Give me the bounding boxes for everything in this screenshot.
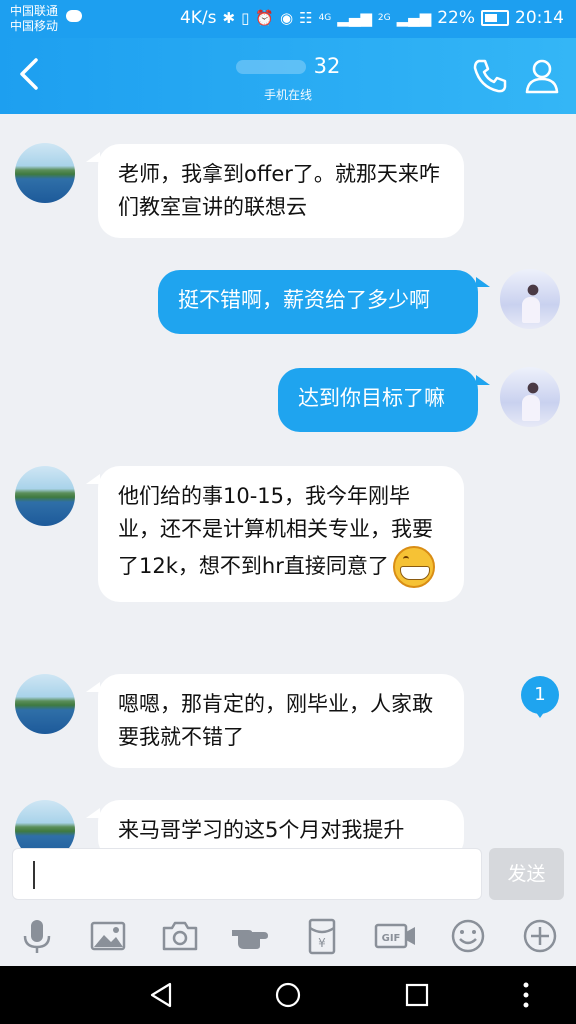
poke-icon[interactable] bbox=[230, 916, 270, 956]
contact-avatar[interactable] bbox=[15, 674, 75, 734]
battery-percent: 22% bbox=[437, 8, 475, 28]
signal-icon: ▂▄▆ bbox=[337, 9, 372, 27]
carrier-unicom: 中国联通 bbox=[10, 4, 59, 18]
svg-text:¥: ¥ bbox=[318, 936, 326, 950]
nav-recents-icon[interactable] bbox=[402, 980, 432, 1010]
signal-icon-2: ▂▄▆ bbox=[396, 9, 432, 27]
bubble-tail bbox=[476, 375, 490, 385]
text-caret bbox=[33, 861, 35, 889]
alarm-icon: ⏰ bbox=[255, 9, 275, 27]
phone-icon[interactable] bbox=[470, 56, 510, 96]
message-text: 嗯嗯，那肯定的，刚毕业，人家敢要我就不错了 bbox=[118, 692, 433, 749]
my-avatar[interactable] bbox=[500, 367, 560, 427]
signal-type-1: 4G bbox=[318, 13, 332, 23]
my-avatar[interactable] bbox=[500, 269, 560, 329]
add-icon[interactable] bbox=[520, 916, 560, 956]
blurred-name bbox=[235, 60, 306, 74]
nav-back-icon[interactable] bbox=[146, 980, 176, 1010]
message-bubble-incoming[interactable]: 嗯嗯，那肯定的，刚毕业，人家敢要我就不错了 bbox=[98, 674, 464, 768]
contact-avatar[interactable] bbox=[15, 143, 75, 203]
contact-avatar[interactable] bbox=[15, 800, 75, 848]
camera-icon[interactable] bbox=[160, 916, 200, 956]
chat-header: 32 手机在线 bbox=[0, 38, 576, 114]
contact-avatar[interactable] bbox=[15, 466, 75, 526]
message-text: 挺不错啊，薪资给了多少啊 bbox=[178, 288, 430, 312]
message-bubble-incoming[interactable]: 老师，我拿到offer了。就那天来咋们教室宣讲的联想云 bbox=[98, 144, 464, 238]
contact-profile-icon[interactable] bbox=[522, 56, 562, 96]
carrier-mobile: 中国移动 bbox=[10, 19, 59, 33]
message-bubble-outgoing[interactable]: 达到你目标了嘛 bbox=[278, 368, 478, 432]
message-input[interactable] bbox=[12, 848, 482, 900]
system-nav-bar bbox=[0, 966, 576, 1024]
carrier-info: 中国联通 中国移动 bbox=[10, 4, 58, 34]
message-text: 达到你目标了嘛 bbox=[298, 386, 445, 410]
bluetooth-icon: ✱ bbox=[222, 9, 236, 27]
message-bubble-incoming[interactable]: 来马哥学习的这5个月对我提升 bbox=[98, 800, 464, 848]
emoji-icon[interactable] bbox=[448, 916, 488, 956]
wifi-icon: ☷ bbox=[299, 9, 313, 27]
gif-icon[interactable]: GIF bbox=[374, 916, 418, 956]
image-icon[interactable] bbox=[88, 916, 128, 956]
chat-toolbar: ¥ GIF bbox=[0, 908, 576, 966]
message-bubble-outgoing[interactable]: 挺不错啊，薪资给了多少啊 bbox=[158, 270, 478, 334]
message-text: 老师，我拿到offer了。就那天来咋们教室宣讲的联想云 bbox=[118, 162, 440, 219]
grin-emoji-icon bbox=[392, 546, 435, 588]
mic-icon[interactable] bbox=[17, 916, 57, 956]
message-list[interactable]: 老师，我拿到offer了。就那天来咋们教室宣讲的联想云 挺不错啊，薪资给了多少啊… bbox=[0, 114, 576, 848]
clock: 20:14 bbox=[515, 8, 564, 28]
svg-text:GIF: GIF bbox=[382, 933, 401, 944]
input-bar: 发送 bbox=[0, 848, 576, 908]
red-packet-icon[interactable]: ¥ bbox=[302, 916, 342, 956]
vibrate-icon: ▯ bbox=[241, 9, 250, 27]
nav-home-icon[interactable] bbox=[273, 980, 303, 1010]
message-text: 来马哥学习的这5个月对我提升 bbox=[118, 818, 405, 842]
signal-type-2: 2G bbox=[377, 13, 391, 23]
eye-icon: ◉ bbox=[280, 9, 294, 27]
message-bubble-incoming[interactable]: 他们给的事10-15，我今年刚毕业，还不是计算机相关专业，我要了12k，想不到h… bbox=[98, 466, 464, 602]
chat-notification-icon bbox=[66, 10, 82, 22]
bubble-tail bbox=[476, 277, 490, 287]
nav-menu-icon[interactable] bbox=[516, 980, 536, 1010]
send-button[interactable]: 发送 bbox=[489, 848, 564, 900]
network-speed: 4K/s bbox=[179, 8, 217, 28]
status-indicators: 4K/s ✱ ▯ ⏰ ◉ ☷ 4G ▂▄▆ 2G ▂▄▆ 22% 20:14 bbox=[180, 8, 564, 28]
message-text: 他们给的事10-15，我今年刚毕业，还不是计算机相关专业，我要了12k，想不到h… bbox=[118, 484, 433, 578]
unread-badge[interactable]: 1 bbox=[521, 676, 559, 718]
battery-icon bbox=[481, 10, 509, 26]
status-bar: 中国联通 中国移动 4K/s ✱ ▯ ⏰ ◉ ☷ 4G ▂▄▆ 2G ▂▄▆ 2… bbox=[0, 0, 576, 38]
contact-name-suffix: 32 bbox=[313, 54, 341, 78]
